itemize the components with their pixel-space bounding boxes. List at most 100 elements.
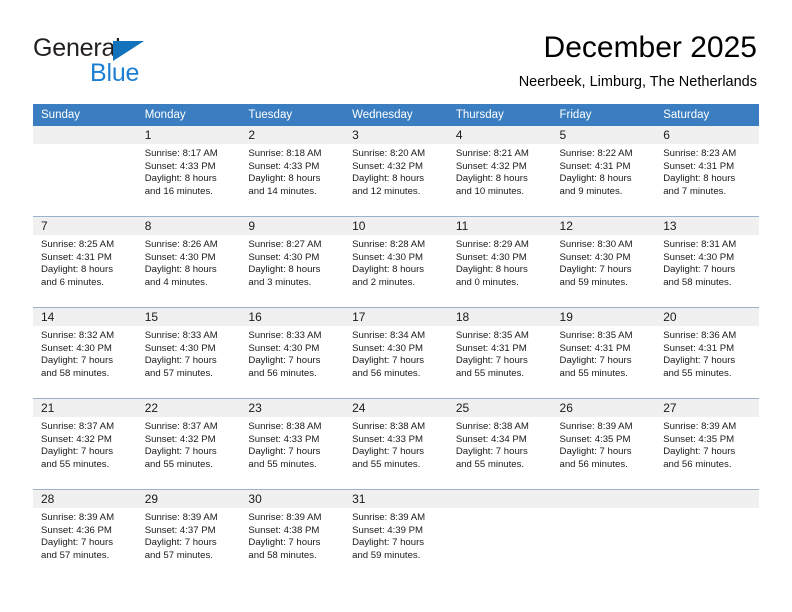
day-details: Sunrise: 8:39 AM Sunset: 4:35 PM Daylight:…	[552, 417, 656, 471]
day-cell-26[interactable]: 26 Sunrise: 8:39 AM Sunset: 4:35 PM Dayligh…	[551, 398, 656, 479]
day-cell-30[interactable]: 30 Sunrise: 8:39 AM Sunset: 4:38 PM Dayligh…	[240, 489, 345, 570]
day-number: 2	[240, 126, 345, 144]
day-details: Sunrise: 8:38 AM Sunset: 4:33 PM Daylight:…	[344, 417, 448, 471]
calendar-week-row: 7 Sunrise: 8:25 AM Sunset: 4:31 PM Daylight…	[33, 216, 759, 297]
day-details: Sunrise: 8:38 AM Sunset: 4:33 PM Daylight:…	[240, 417, 344, 471]
calendar-week-row: 28 Sunrise: 8:39 AM Sunset: 4:36 PM Dayligh…	[33, 489, 759, 570]
day-cell-13[interactable]: 13 Sunrise: 8:31 AM Sunset: 4:30 PM Dayligh…	[655, 216, 759, 297]
week-spacer	[33, 479, 759, 490]
week-spacer	[33, 297, 759, 308]
day-cell-12[interactable]: 12 Sunrise: 8:30 AM Sunset: 4:30 PM Dayligh…	[551, 216, 656, 297]
day-detail-line: Sunrise: 8:33 AM	[144, 330, 218, 341]
day-detail-line: and 3 minutes.	[248, 276, 312, 288]
day-detail-line: Daylight: 7 hours	[559, 264, 632, 276]
day-cell-31[interactable]: 31 Sunrise: 8:39 AM Sunset: 4:39 PM Dayligh…	[344, 489, 448, 570]
day-number: 14	[33, 308, 137, 326]
day-cell-16[interactable]: 16 Sunrise: 8:33 AM Sunset: 4:30 PM Dayligh…	[240, 307, 345, 388]
day-detail-line: Sunrise: 8:30 AM	[559, 239, 633, 250]
day-cell-23[interactable]: 23 Sunrise: 8:38 AM Sunset: 4:33 PM Dayligh…	[240, 398, 345, 479]
day-cell-17[interactable]: 17 Sunrise: 8:34 AM Sunset: 4:30 PM Dayligh…	[344, 307, 448, 388]
day-detail-line: and 57 minutes.	[144, 549, 213, 561]
day-detail-line: Sunset: 4:33 PM	[144, 160, 216, 172]
day-number: 3	[344, 126, 448, 144]
calendar-week-row: 14 Sunrise: 8:32 AM Sunset: 4:30 PM Dayligh…	[33, 307, 759, 388]
day-detail-line: Sunset: 4:31 PM	[663, 160, 735, 172]
day-detail-line: Sunset: 4:33 PM	[248, 433, 320, 445]
day-number	[655, 490, 759, 508]
day-detail-line: Daylight: 7 hours	[41, 446, 113, 458]
day-detail-line: Sunset: 4:34 PM	[455, 433, 527, 445]
day-cell-25[interactable]: 25 Sunrise: 8:38 AM Sunset: 4:34 PM Dayligh…	[447, 398, 552, 479]
day-cell-22[interactable]: 22 Sunrise: 8:37 AM Sunset: 4:32 PM Dayligh…	[136, 398, 241, 479]
day-detail-line: Sunset: 4:39 PM	[352, 524, 424, 536]
day-detail-line: Sunrise: 8:37 AM	[41, 421, 115, 432]
day-cell-9[interactable]: 9 Sunrise: 8:27 AM Sunset: 4:30 PM Daylight…	[240, 216, 345, 297]
day-detail-line: and 12 minutes.	[352, 185, 421, 197]
day-cell-15[interactable]: 15 Sunrise: 8:33 AM Sunset: 4:30 PM Dayligh…	[136, 307, 241, 388]
day-cell-20[interactable]: 20 Sunrise: 8:36 AM Sunset: 4:31 PM Dayligh…	[655, 307, 759, 388]
day-number: 9	[240, 217, 345, 235]
day-number: 19	[551, 308, 656, 326]
weekday-header-tuesday: Tuesday	[240, 104, 345, 126]
day-cell-4[interactable]: 4 Sunrise: 8:21 AM Sunset: 4:32 PM Daylight…	[447, 126, 552, 206]
day-cell-28[interactable]: 28 Sunrise: 8:39 AM Sunset: 4:36 PM Dayligh…	[33, 489, 137, 570]
title-block: December 2025 Neerbeek, Limburg, The Net…	[519, 30, 757, 92]
day-cell-8[interactable]: 8 Sunrise: 8:26 AM Sunset: 4:30 PM Daylight…	[136, 216, 241, 297]
day-detail-line: and 57 minutes.	[144, 367, 213, 379]
day-detail-line: Sunrise: 8:29 AM	[455, 239, 529, 250]
day-detail-line: Daylight: 7 hours	[144, 446, 217, 458]
day-detail-line: Daylight: 8 hours	[455, 264, 528, 276]
day-number: 18	[447, 308, 552, 326]
calendar-header-row: Sunday Monday Tuesday Wednesday Thursday Frid…	[33, 104, 759, 126]
day-cell-7[interactable]: 7 Sunrise: 8:25 AM Sunset: 4:31 PM Daylight…	[33, 216, 137, 297]
day-cell-2[interactable]: 2 Sunrise: 8:18 AM Sunset: 4:33 PM Daylight…	[240, 126, 345, 206]
spacer-cell	[655, 206, 759, 217]
spacer-cell	[33, 297, 137, 308]
day-cell-11[interactable]: 11 Sunrise: 8:29 AM Sunset: 4:30 PM Dayligh…	[447, 216, 552, 297]
day-cell-14[interactable]: 14 Sunrise: 8:32 AM Sunset: 4:30 PM Dayligh…	[33, 307, 137, 388]
day-detail-line: Sunset: 4:30 PM	[248, 251, 320, 263]
day-detail-line: and 55 minutes.	[352, 458, 421, 470]
day-detail-line: Sunset: 4:31 PM	[559, 342, 631, 354]
day-detail-line: Sunrise: 8:22 AM	[559, 148, 633, 159]
week-spacer	[33, 206, 759, 217]
day-cell-3[interactable]: 3 Sunrise: 8:20 AM Sunset: 4:32 PM Daylight…	[344, 126, 448, 206]
day-cell-5[interactable]: 5 Sunrise: 8:22 AM Sunset: 4:31 PM Daylight…	[551, 126, 656, 206]
spacer-cell	[240, 388, 345, 399]
day-detail-line: Daylight: 8 hours	[41, 264, 113, 276]
day-cell-21[interactable]: 21 Sunrise: 8:37 AM Sunset: 4:32 PM Dayligh…	[33, 398, 137, 479]
day-detail-line: Daylight: 8 hours	[559, 173, 632, 185]
day-cell-19[interactable]: 19 Sunrise: 8:35 AM Sunset: 4:31 PM Dayligh…	[551, 307, 656, 388]
day-detail-line: Daylight: 7 hours	[352, 355, 425, 367]
day-detail-line: Sunrise: 8:38 AM	[248, 421, 322, 432]
spacer-cell	[344, 388, 448, 399]
day-cell-27[interactable]: 27 Sunrise: 8:39 AM Sunset: 4:35 PM Dayligh…	[655, 398, 759, 479]
day-number: 12	[551, 217, 656, 235]
day-detail-line: and 2 minutes.	[352, 276, 416, 288]
day-cell-29[interactable]: 29 Sunrise: 8:39 AM Sunset: 4:37 PM Dayligh…	[136, 489, 241, 570]
day-cell-24[interactable]: 24 Sunrise: 8:38 AM Sunset: 4:33 PM Dayligh…	[344, 398, 448, 479]
weekday-header-friday: Friday	[551, 104, 656, 126]
spacer-cell	[240, 206, 345, 217]
day-number: 7	[33, 217, 137, 235]
day-cell-18[interactable]: 18 Sunrise: 8:35 AM Sunset: 4:31 PM Dayligh…	[447, 307, 552, 388]
day-cell-empty	[447, 489, 552, 570]
spacer-cell	[551, 479, 656, 490]
day-detail-line: Sunrise: 8:20 AM	[352, 148, 426, 159]
day-number: 21	[33, 399, 137, 417]
general-blue-logo[interactable]: General Blue	[33, 34, 223, 92]
day-number	[33, 126, 137, 144]
day-number: 22	[136, 399, 241, 417]
day-number: 30	[240, 490, 345, 508]
calendar-week-row: 1 Sunrise: 8:17 AM Sunset: 4:33 PM Daylight…	[33, 126, 759, 206]
spacer-cell	[655, 388, 759, 399]
weekday-header-sunday: Sunday	[33, 104, 137, 126]
day-detail-line: Sunrise: 8:34 AM	[352, 330, 426, 341]
day-cell-6[interactable]: 6 Sunrise: 8:23 AM Sunset: 4:31 PM Daylight…	[655, 126, 759, 206]
day-detail-line: Sunrise: 8:18 AM	[248, 148, 322, 159]
day-detail-line: Sunrise: 8:39 AM	[663, 421, 737, 432]
day-cell-1[interactable]: 1 Sunrise: 8:17 AM Sunset: 4:33 PM Daylight…	[136, 126, 241, 206]
day-detail-line: Sunrise: 8:39 AM	[144, 512, 218, 523]
day-cell-10[interactable]: 10 Sunrise: 8:28 AM Sunset: 4:30 PM Dayligh…	[344, 216, 448, 297]
day-details: Sunrise: 8:33 AM Sunset: 4:30 PM Daylight:…	[137, 326, 241, 380]
